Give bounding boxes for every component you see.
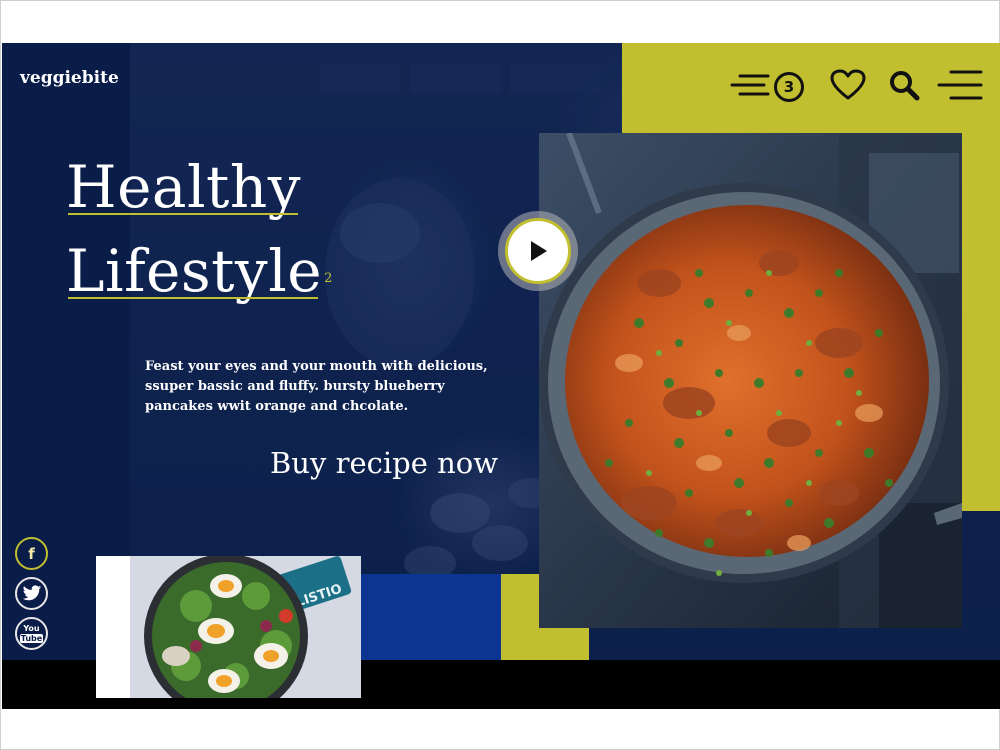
menu-list-icon[interactable] [728,63,772,107]
accent-block-right [960,133,1000,511]
play-button-circle [505,218,571,284]
play-video-button[interactable] [498,211,578,291]
hero-section: veggiebite 3 Healthy Lifestyle 2 Feast y… [2,43,1000,709]
hero-title: Healthy Lifestyle 2 [66,145,333,313]
youtube-text-top: You [23,624,40,633]
search-icon[interactable] [886,63,922,107]
play-icon [531,241,547,261]
buy-recipe-link[interactable]: Buy recipe now [270,446,498,480]
youtube-text-bottom: Tube [19,634,44,643]
facebook-glyph: f [28,544,35,563]
heart-icon[interactable] [828,63,868,107]
top-nav: 3 [728,63,990,107]
cart-count-badge[interactable]: 3 [774,72,804,102]
title-superscript: 2 [324,271,333,286]
page-frame: veggiebite 3 Healthy Lifestyle 2 Feast y… [0,0,1000,750]
youtube-icon[interactable]: You Tube [15,617,48,650]
title-underline [68,213,298,215]
hero-title-line-1: Healthy [66,145,301,229]
salad-bowl-photo: OLISTIO [96,556,361,698]
curry-pan-photo [539,133,962,628]
hero-title-word-2: Lifestyle [66,237,323,305]
title-underline [68,297,318,299]
twitter-icon[interactable] [15,577,48,610]
youtube-glyph: You Tube [19,624,44,643]
hamburger-icon[interactable] [936,63,984,107]
hero-title-line-2: Lifestyle 2 [66,229,333,313]
facebook-icon[interactable]: f [15,537,48,570]
hero-description: Feast your eyes and your mouth with deli… [145,359,488,414]
blue-accent-block [360,574,501,660]
hero-title-word-1: Healthy [66,153,301,221]
brand-logo[interactable]: veggiebite [20,68,119,88]
